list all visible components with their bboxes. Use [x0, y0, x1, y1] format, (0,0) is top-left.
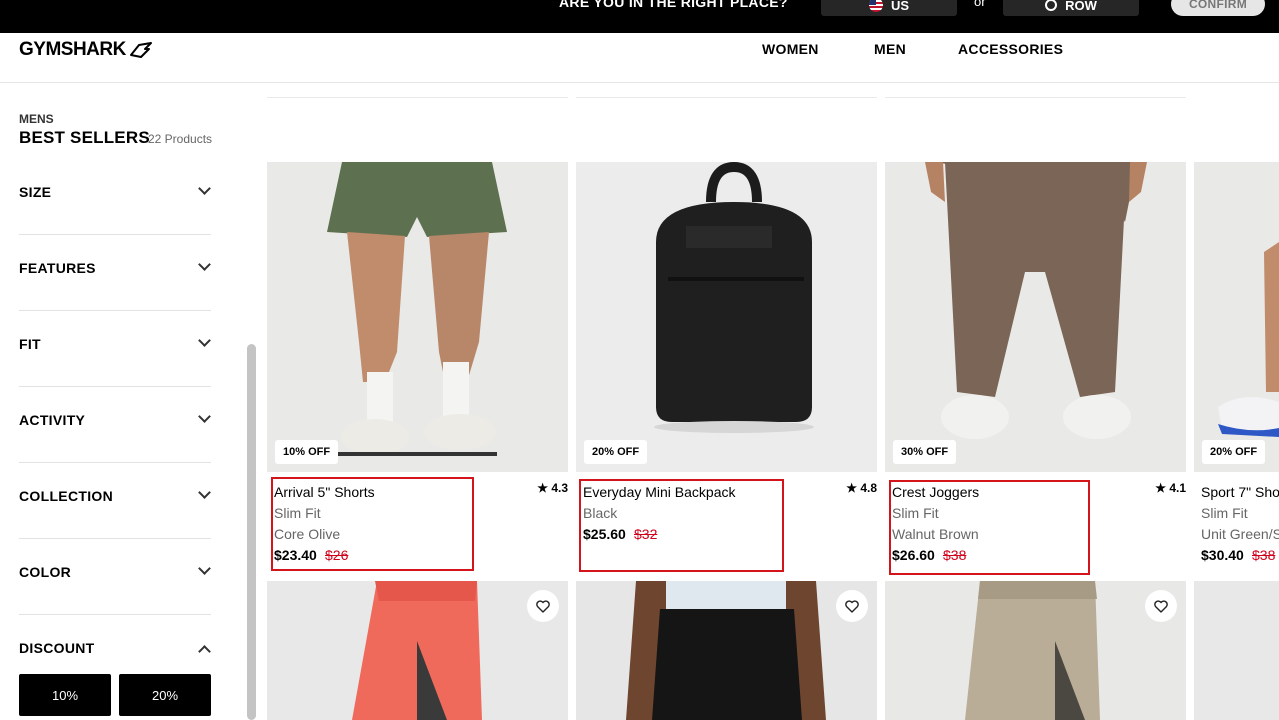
region-us-label: US [890, 0, 910, 13]
globe-icon [1045, 0, 1058, 11]
product-image-row2-2[interactable] [576, 581, 877, 720]
region-row-button[interactable]: ROW [1003, 0, 1139, 16]
discount-badge: 20% OFF [584, 440, 648, 464]
filter-color[interactable]: COLOR [19, 539, 211, 615]
product-price: $30.40 [1201, 547, 1244, 563]
filter-label: SIZE [19, 184, 52, 200]
wishlist-button[interactable] [836, 590, 868, 622]
filter-activity[interactable]: ACTIVITY [19, 387, 211, 463]
filter-size[interactable]: SIZE [19, 159, 211, 235]
product-image-row2-3[interactable] [885, 581, 1186, 720]
discount-option-20[interactable]: 20% [119, 674, 211, 716]
product-info-sport-shorts[interactable]: Sport 7" Shorts Slim Fit Unit Green/S $3… [1194, 476, 1279, 576]
red-shorts-image [267, 581, 568, 720]
discount-badge: 20% OFF [1202, 440, 1266, 464]
filter-label: DISCOUNT [19, 640, 95, 656]
wishlist-button[interactable] [527, 590, 559, 622]
chevron-down-icon [198, 258, 211, 271]
filter-label: FIT [19, 336, 41, 352]
highlight-box [271, 477, 474, 571]
heart-icon [536, 599, 550, 613]
chevron-down-icon [198, 410, 211, 423]
region-banner: ARE YOU IN THE RIGHT PLACE? US or ROW CO… [0, 0, 1279, 33]
star-icon: ★ [537, 481, 548, 495]
wishlist-button[interactable] [1145, 590, 1177, 622]
product-name[interactable]: Sport 7" Shorts [1201, 484, 1279, 500]
breadcrumb[interactable]: MENS [19, 112, 54, 126]
filter-fit[interactable]: FIT [19, 311, 211, 387]
product-image-sport-shorts[interactable]: 20% OFF [1194, 162, 1279, 472]
chevron-down-icon [198, 334, 211, 347]
previous-row-card[interactable] [885, 83, 1186, 98]
filter-features[interactable]: FEATURES [19, 235, 211, 311]
gymshark-logo[interactable]: GYMSHARK [19, 39, 153, 61]
product-image-arrival-shorts[interactable]: 10% OFF [267, 162, 568, 472]
joggers-model-image [885, 162, 1186, 472]
filter-label: FEATURES [19, 260, 96, 276]
discount-option-10[interactable]: 10% [19, 674, 111, 716]
filter-collection[interactable]: COLLECTION [19, 463, 211, 539]
chevron-down-icon [198, 562, 211, 575]
nav-women[interactable]: WOMEN [762, 41, 819, 57]
highlight-box [579, 479, 784, 572]
region-question: ARE YOU IN THE RIGHT PLACE? [559, 0, 788, 10]
filter-discount[interactable]: DISCOUNT [19, 615, 211, 665]
sport-shorts-model-image [1194, 162, 1279, 472]
logo-shark-icon [129, 42, 152, 58]
discount-badge: 30% OFF [893, 440, 957, 464]
star-icon: ★ [1155, 481, 1166, 495]
discount-badge: 10% OFF [275, 440, 339, 464]
chevron-up-icon [198, 645, 211, 658]
product-count: 22 Products [148, 132, 213, 146]
region-us-button[interactable]: US [821, 0, 957, 16]
heart-icon [1154, 599, 1168, 613]
khaki-shorts-image [885, 581, 1186, 720]
star-icon: ★ [846, 481, 857, 495]
highlight-box [889, 480, 1090, 575]
us-flag-icon [868, 0, 883, 12]
backpack-image [576, 162, 877, 472]
chevron-down-icon [198, 486, 211, 499]
site-header: GYMSHARK WOMEN MEN ACCESSORIES [0, 33, 1279, 83]
previous-row-card[interactable] [267, 83, 568, 98]
product-fit: Slim Fit [1201, 505, 1248, 521]
product-image-row2-1[interactable] [267, 581, 568, 720]
nav-men[interactable]: MEN [874, 41, 906, 57]
product-color: Unit Green/S [1201, 526, 1279, 542]
product-image-row2-4[interactable] [1194, 581, 1279, 720]
product-image-everyday-backpack[interactable]: 20% OFF [576, 162, 877, 472]
product-image-crest-joggers[interactable]: 30% OFF [885, 162, 1186, 472]
previous-row-card[interactable] [576, 83, 877, 98]
rating-value: 4.8 [860, 481, 877, 495]
product-rating: ★ 4.3 [537, 481, 568, 495]
shorts-model-image [267, 162, 568, 472]
product-old-price: $38 [1252, 547, 1276, 563]
rating-value: 4.3 [551, 481, 568, 495]
filter-label: ACTIVITY [19, 412, 86, 428]
product-rating: ★ 4.1 [1155, 481, 1186, 495]
region-row-label: ROW [1065, 0, 1097, 13]
black-shorts-image [576, 581, 877, 720]
filter-label: COLLECTION [19, 488, 113, 504]
region-or-text: or [974, 0, 986, 9]
confirm-button[interactable]: CONFIRM [1171, 0, 1265, 16]
rating-value: 4.1 [1169, 481, 1186, 495]
page-title: BEST SELLERS [19, 128, 150, 147]
chevron-down-icon [198, 182, 211, 195]
sidebar-scrollbar-thumb[interactable] [247, 344, 256, 720]
nav-accessories[interactable]: ACCESSORIES [958, 41, 1063, 57]
product-rating: ★ 4.8 [846, 481, 877, 495]
logo-text: GYMSHARK [19, 39, 126, 60]
filter-label: COLOR [19, 564, 72, 580]
heart-icon [845, 599, 859, 613]
